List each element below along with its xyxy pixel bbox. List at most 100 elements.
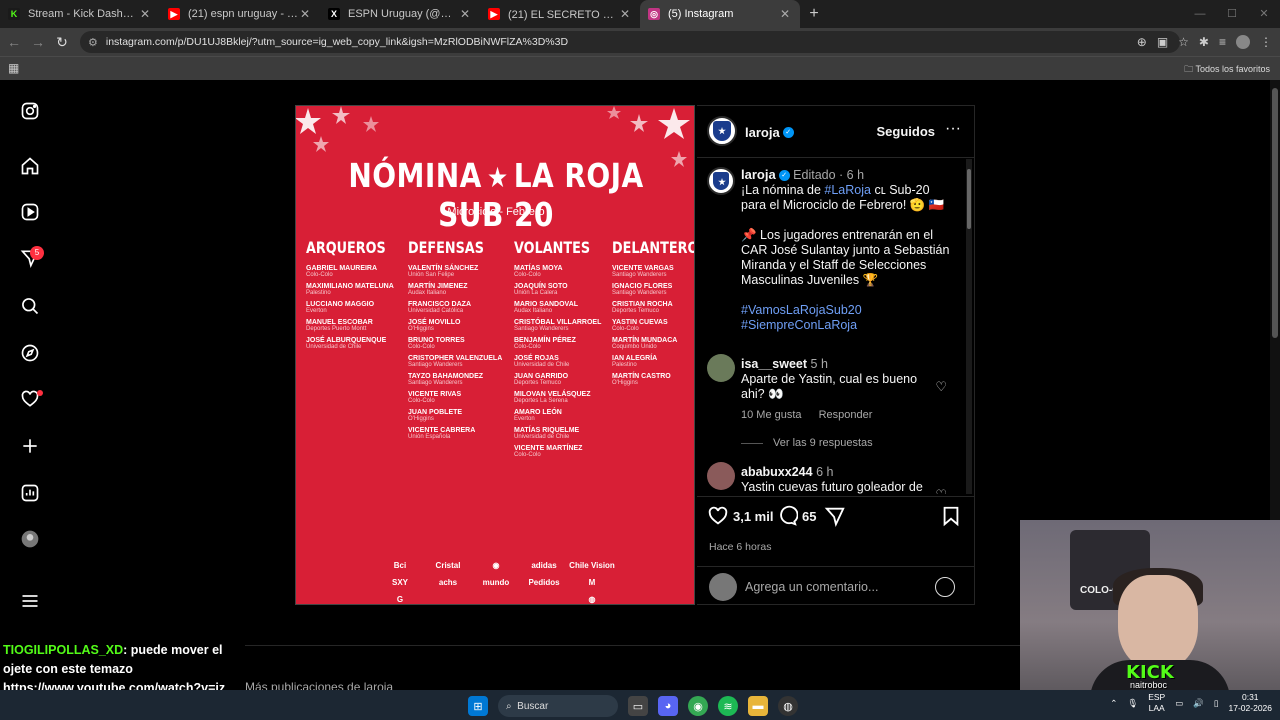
player-name: JUAN GARRIDO xyxy=(514,373,569,380)
player-name: MARTÍN CASTRO xyxy=(612,373,671,380)
zoom-icon[interactable]: ⊕ xyxy=(1137,35,1147,49)
forward-icon[interactable]: → xyxy=(26,34,50,50)
hashtag-vamoslarojasub20[interactable]: #VamosLaRojaSub20 xyxy=(741,303,953,318)
minimize-button[interactable]: — xyxy=(1184,0,1216,28)
back-icon[interactable]: ← xyxy=(2,34,26,50)
browser-tab[interactable]: ▶ (21) EL SECRETO FINAL🫣 Cap✕ xyxy=(480,0,640,28)
window-controls: — ☐ ✕ xyxy=(1184,0,1280,28)
save-button[interactable] xyxy=(940,505,966,527)
post-image[interactable]: NÓMINA ★ LA ROJA SUB 20 Microciclo - Febre… xyxy=(295,105,695,605)
maximize-button[interactable]: ☐ xyxy=(1216,0,1248,28)
browser-tab[interactable]: K Stream - Kick Dashboard✕ xyxy=(0,0,160,28)
tab-close-icon[interactable]: ✕ xyxy=(458,7,472,21)
comment-username[interactable]: ababuxx244 xyxy=(741,465,813,479)
home-icon[interactable] xyxy=(19,155,41,177)
clock[interactable]: 0:31 17-02-2026 xyxy=(1229,692,1272,714)
caption-avatar[interactable] xyxy=(707,167,735,195)
discord-icon[interactable]: ◕ xyxy=(658,696,678,716)
emoji-icon[interactable] xyxy=(935,577,955,597)
comment-likes[interactable]: 10 Me gusta xyxy=(741,409,802,421)
caption-username[interactable]: laroja xyxy=(741,167,776,182)
language-indicator[interactable]: ESP LAA xyxy=(1148,692,1165,714)
player-name: VICENTE RIVAS xyxy=(408,391,462,398)
comment-like-icon[interactable]: ♡ xyxy=(935,379,947,395)
apps-grid-icon[interactable]: ▦ xyxy=(8,61,19,75)
comment-like-icon[interactable]: ♡ xyxy=(935,487,947,494)
mic-icon[interactable]: 🎙 xyxy=(1127,698,1138,709)
more-menu-icon[interactable] xyxy=(19,590,41,612)
task-view-icon[interactable]: ▭ xyxy=(628,696,648,716)
comment: ababuxx244 6 h Yastin cuevas futuro gole… xyxy=(741,465,931,494)
reload-icon[interactable]: ↻ xyxy=(50,34,74,51)
system-tray: ⌃ 🎙 ESP LAA ▭ 🔊 ▯ 0:31 17-02-2026 xyxy=(1110,692,1272,714)
media-icon[interactable]: ≡ xyxy=(1219,35,1226,49)
taskbar-search[interactable]: ⌕ Buscar xyxy=(498,695,618,717)
address-bar-row: ← → ↻ ⚙ instagram.com/p/DU1UJ8Bklej/?utm… xyxy=(0,28,1280,56)
commenter-avatar[interactable] xyxy=(707,462,735,490)
file-explorer-icon[interactable]: ▬ xyxy=(748,696,768,716)
comments-scrollbar[interactable] xyxy=(966,159,972,494)
player-club: Santiago Wanderers xyxy=(514,326,569,332)
site-settings-icon[interactable]: ⚙ xyxy=(88,36,98,49)
player-name: LUCCIANO MAGGIO xyxy=(306,301,375,308)
reply-button[interactable]: Responder xyxy=(819,409,873,421)
battery-icon[interactable]: ▯ xyxy=(1214,698,1219,709)
browser-tab[interactable]: X ESPN Uruguay (@ESPNUrugua✕ xyxy=(320,0,480,28)
browser-tab[interactable]: ◎ (5) Instagram ✕ xyxy=(640,0,800,28)
instagram-logo-icon[interactable] xyxy=(19,100,41,122)
new-tab-button[interactable]: + xyxy=(800,5,828,23)
explore-icon[interactable] xyxy=(19,342,41,364)
search-icon[interactable] xyxy=(19,295,41,317)
star-icon: ★ xyxy=(486,161,509,194)
tab-close-icon[interactable]: ✕ xyxy=(138,7,152,21)
tab-favicon-icon: X xyxy=(328,8,340,20)
comment-text: Aparte de Yastin, cual es bueno ahi? 👀 xyxy=(741,372,918,401)
network-icon[interactable]: ▭ xyxy=(1175,698,1183,709)
comment-button[interactable]: 65 xyxy=(776,505,816,527)
tab-close-icon[interactable]: ✕ xyxy=(298,7,312,21)
url-bar[interactable]: ⚙ instagram.com/p/DU1UJ8Bklej/?utm_sourc… xyxy=(80,31,1180,53)
more-options-icon[interactable]: ··· xyxy=(945,120,961,138)
following-button[interactable]: Seguidos xyxy=(876,124,935,139)
volume-icon[interactable]: 🔊 xyxy=(1193,698,1204,709)
hashtag-siempreconlaroja[interactable]: #SiempreConLaRoja xyxy=(741,318,953,333)
cast-icon[interactable]: ▣ xyxy=(1157,35,1168,49)
windows-start-icon[interactable]: ⊞ xyxy=(468,696,488,716)
player-entry: MILOVAN VELÁSQUEZ Deportes La Serena xyxy=(514,391,609,404)
bookmark-star-icon[interactable]: ☆ xyxy=(1178,35,1189,49)
spotify-icon[interactable]: ≋ xyxy=(718,696,738,716)
like-button[interactable]: 3,1 mil xyxy=(707,505,773,527)
tray-chevron-icon[interactable]: ⌃ xyxy=(1110,698,1117,709)
roster-column: ARQUEROS GABRIEL MAUREIRA Colo-Colo MAXIMIL… xyxy=(306,238,406,355)
tab-close-icon[interactable]: ✕ xyxy=(618,7,632,21)
chrome-icon[interactable]: ◉ xyxy=(688,696,708,716)
dashboard-icon[interactable] xyxy=(19,482,41,504)
add-comment-input[interactable]: Agrega un comentario... xyxy=(745,580,878,594)
player-club: O'Higgins xyxy=(408,326,434,332)
comments-list[interactable]: laroja ✓ Editado · 6 h ¡La nómina de #LaR… xyxy=(697,159,967,494)
laroja-avatar[interactable] xyxy=(707,116,737,146)
player-entry: MARTÍN JIMENEZ Audax Italiano xyxy=(408,283,503,296)
reels-icon[interactable] xyxy=(19,201,41,223)
view-replies-button[interactable]: Ver las 9 respuestas xyxy=(741,437,873,449)
obs-icon[interactable]: ◍ xyxy=(778,696,798,716)
player-name: JOSÉ ROJAS xyxy=(514,355,559,362)
post-username[interactable]: laroja xyxy=(745,125,780,140)
profile-avatar[interactable] xyxy=(1236,35,1250,49)
profile-icon[interactable] xyxy=(19,528,41,550)
hashtag-laroja[interactable]: #LaRoja xyxy=(824,183,871,197)
tab-close-icon[interactable]: ✕ xyxy=(778,7,792,21)
menu-icon[interactable]: ⋮ xyxy=(1260,35,1272,49)
commenter-avatar[interactable] xyxy=(707,354,735,382)
extensions-icon[interactable]: ✱ xyxy=(1199,35,1209,49)
player-entry: YASTIN CUEVAS Colo-Colo xyxy=(612,319,694,332)
create-icon[interactable] xyxy=(19,435,41,457)
browser-tab[interactable]: ▶ (21) espn uruguay - YouTube✕ xyxy=(160,0,320,28)
player-club: Colo-Colo xyxy=(514,452,541,458)
sponsor-logo: ◍ xyxy=(588,595,596,604)
all-bookmarks-button[interactable]: 🗀 Todos los favoritos xyxy=(1184,62,1270,78)
close-window-button[interactable]: ✕ xyxy=(1248,0,1280,28)
player-entry: IGNACIO FLORES Santiago Wanderers xyxy=(612,283,694,296)
share-button[interactable] xyxy=(824,505,850,527)
comment-username[interactable]: isa__sweet xyxy=(741,357,807,371)
